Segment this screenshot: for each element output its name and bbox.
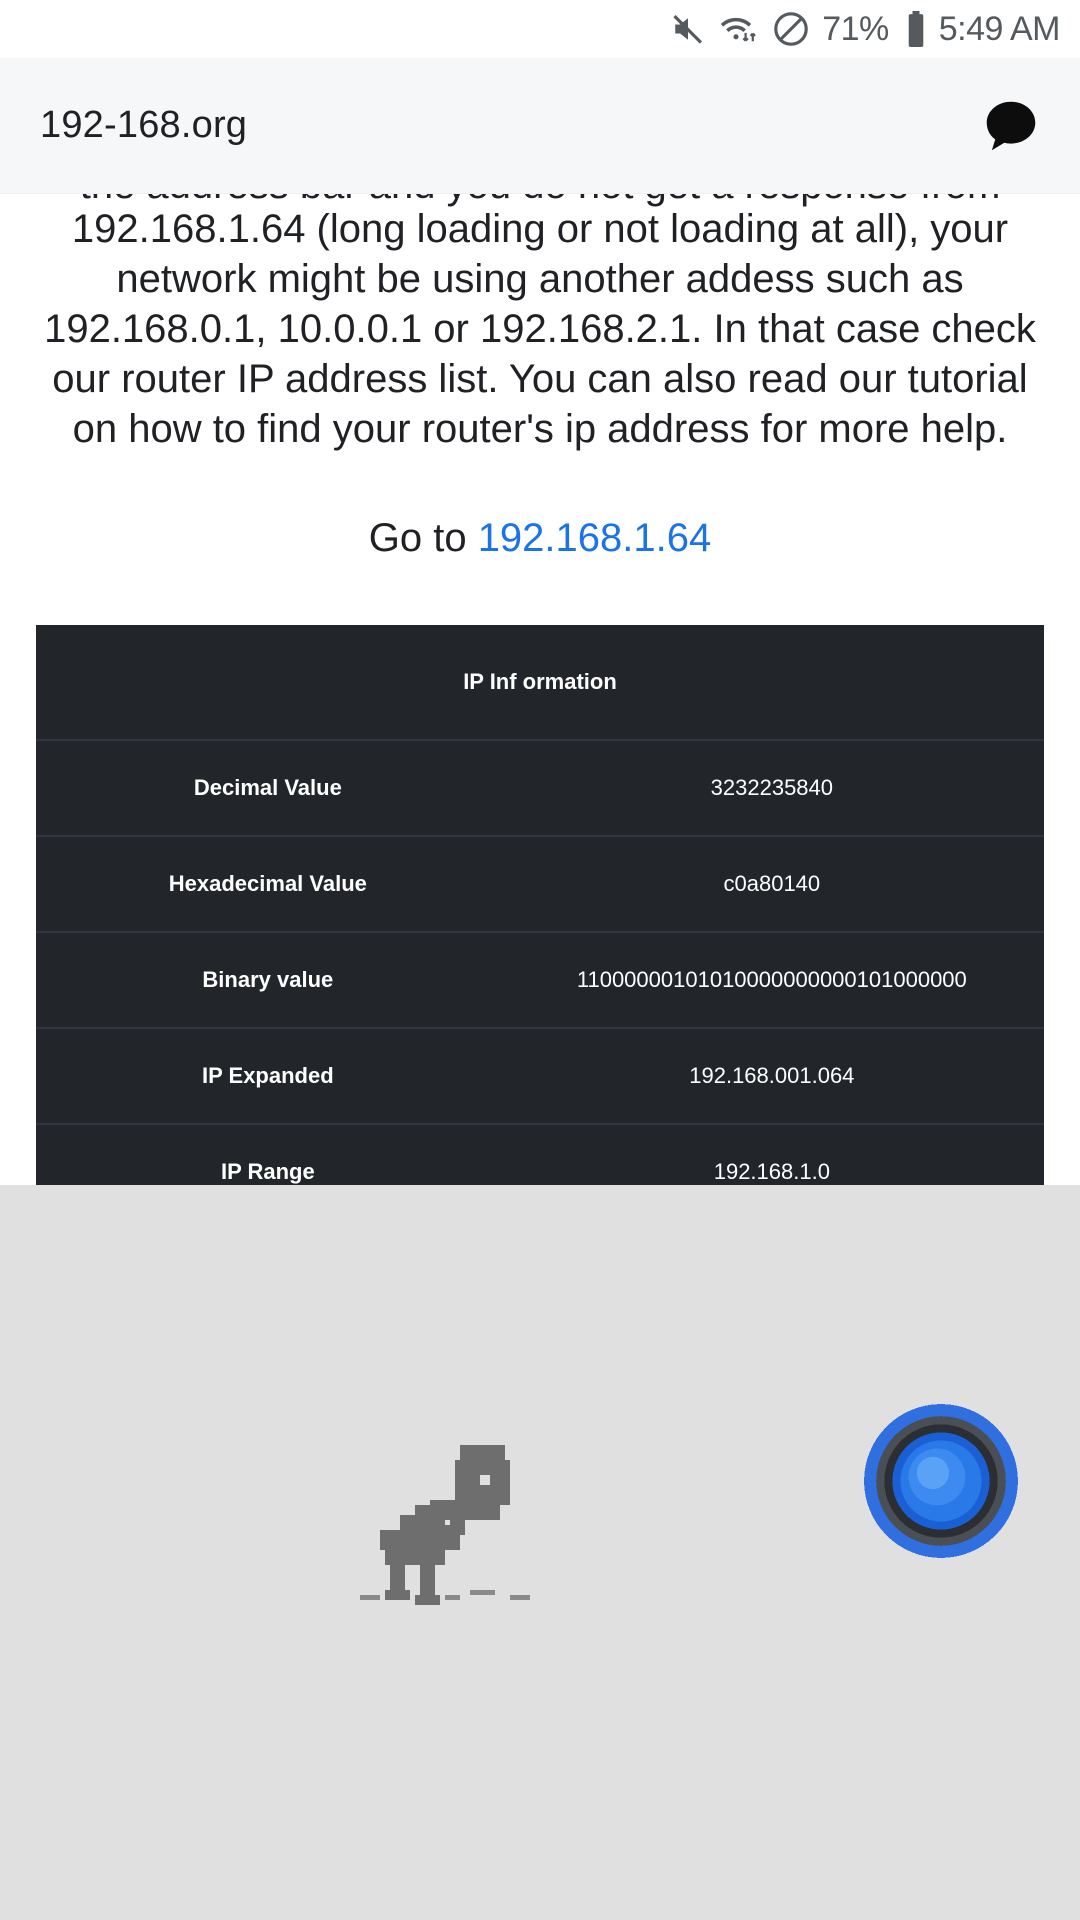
table-row: Hexadecimal Value c0a80140 <box>36 836 1044 933</box>
do-not-disturb-icon <box>772 10 810 48</box>
table-header-row: IP Inf ormation <box>36 625 1044 741</box>
chat-bubble-icon[interactable] <box>980 95 1042 157</box>
page-content: the address bar and you do not get a res… <box>0 194 1080 1194</box>
goto-line: Go to 192.168.1.64 <box>0 516 1080 561</box>
row-value: 3232235840 <box>499 740 1044 837</box>
wifi-icon <box>718 11 760 47</box>
row-value: 192.168.001.064 <box>499 1028 1044 1125</box>
table-row: Decimal Value 3232235840 <box>36 740 1044 837</box>
row-value: 192.168.1.0 <box>713 1159 830 1184</box>
row-value: 11000000101010000000000101000000 <box>499 932 1044 1029</box>
row-value: c0a80140 <box>499 836 1044 933</box>
table-row: IP Expanded 192.168.001.064 <box>36 1028 1044 1125</box>
clipped-paragraph-line: the address bar and you do not get a res… <box>0 194 1080 210</box>
battery-percent-label: 71% <box>822 9 889 48</box>
clock-label: 5:49 AM <box>938 9 1061 48</box>
battery-icon <box>905 10 927 48</box>
url-label[interactable]: 192-168.org <box>40 104 247 147</box>
table-row: IP Range 192.168.1.0 <box>36 1124 1044 1194</box>
ip-information-table: IP Inf ormation Decimal Value 3232235840… <box>36 625 1044 1194</box>
bottom-placeholder-area <box>0 1185 1080 1920</box>
browser-address-bar[interactable]: 192-168.org <box>0 58 1080 194</box>
mute-icon <box>670 11 706 47</box>
row-label: Binary value <box>36 932 500 1029</box>
table-row: Binary value 110000001010100000000001010… <box>36 932 1044 1029</box>
row-label: Hexadecimal Value <box>36 836 500 933</box>
table-title: IP Inf ormation <box>36 625 1044 741</box>
blue-orb-icon[interactable] <box>860 1400 1022 1562</box>
table-body: Decimal Value 3232235840 Hexadecimal Val… <box>36 740 1044 1194</box>
dinosaur-icon <box>360 1440 540 1615</box>
goto-ip-link[interactable]: 192.168.1.64 <box>478 516 712 560</box>
body-paragraph: 192.168.1.64 (long loading or not loadin… <box>44 207 1036 451</box>
goto-prefix-label: Go to <box>368 516 478 560</box>
row-label: IP Range <box>220 1159 315 1184</box>
row-label: Decimal Value <box>36 740 500 837</box>
status-bar: 71% 5:49 AM <box>0 0 1080 58</box>
row-label: IP Expanded <box>36 1028 500 1125</box>
table-head: IP Inf ormation <box>36 625 1044 741</box>
